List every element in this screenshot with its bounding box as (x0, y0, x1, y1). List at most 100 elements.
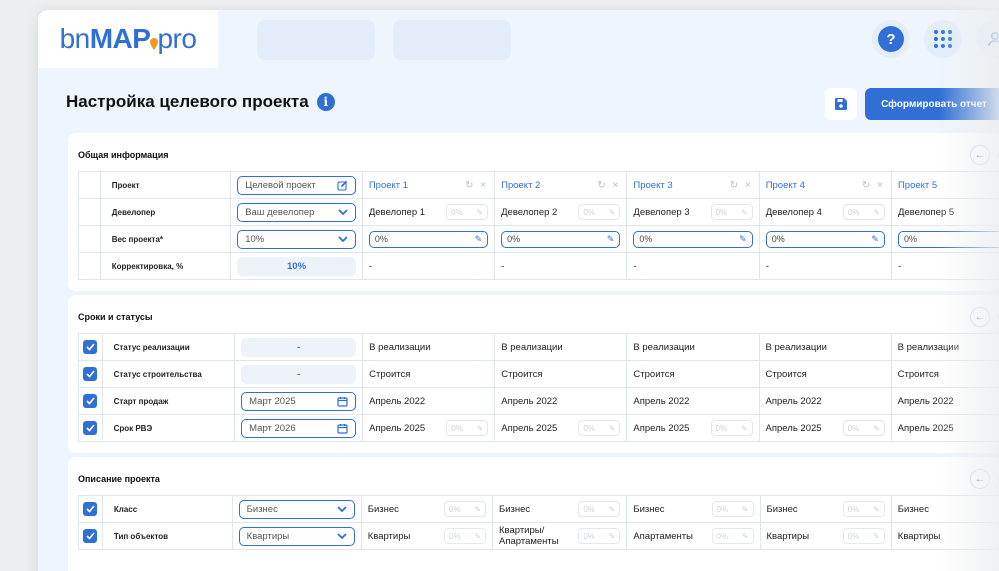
floppy-icon (835, 98, 847, 110)
edit-icon: ✎ (474, 504, 481, 514)
project-name[interactable]: Проект 4 (766, 180, 805, 191)
sales-start-date-input[interactable]: Март 2025 (241, 391, 357, 411)
edit-icon: ✎ (608, 504, 616, 514)
weight-mini-input[interactable]: 0% ✎ (446, 204, 489, 220)
correction-value: 10% (237, 256, 356, 276)
status-value: - (241, 364, 357, 384)
top-bar: bn MAP pro ? (38, 10, 999, 68)
project-name[interactable]: Проект 1 (369, 180, 408, 191)
check-icon (86, 343, 95, 351)
nav-placeholder-2[interactable] (393, 20, 511, 60)
check-icon (86, 532, 95, 540)
calendar-icon (337, 396, 348, 407)
edit-icon: ✎ (476, 207, 484, 217)
table-row: Девелопер Ваш девелопер Девелопер 1 0% ✎ Д… (78, 198, 999, 226)
developer-select[interactable]: Ваш девелопер (237, 202, 356, 222)
edit-icon: ✎ (873, 531, 880, 541)
checkbox-checked[interactable] (83, 394, 98, 408)
checkbox-checked[interactable] (83, 421, 98, 435)
table-row: Класс Бизнес Бизнес 0% ✎ Бизнес 0% ✎ Бизнес 0… (78, 495, 999, 523)
weight-mini-input[interactable]: 0% ✎ (710, 420, 753, 436)
object-type-select[interactable]: Квартиры (238, 526, 355, 546)
edit-icon: ✎ (606, 233, 615, 244)
project-name[interactable]: Проект 3 (633, 180, 672, 191)
edit-icon: ✎ (608, 423, 616, 433)
weight-mini-input[interactable]: 0% ✎ (842, 501, 885, 517)
table-row: Старт продаж Март 2025 Апрель 2022 Апрел… (78, 387, 999, 415)
row-label: Срок РВЭ (101, 414, 236, 442)
project-description-table: Класс Бизнес Бизнес 0% ✎ Бизнес 0% ✎ Бизнес 0… (78, 495, 999, 550)
weight-mini-input[interactable]: 0% ✎ (578, 204, 621, 220)
table-row: Проект Целевой проект Проект 1 ↻ × Проект… (78, 171, 999, 199)
weight-mini-input[interactable]: 0% ✎ (444, 501, 486, 517)
row-label: Статус строительства (101, 360, 236, 388)
weight-mini-input[interactable]: 0% ✎ (444, 528, 486, 544)
weight-mini-input[interactable]: 0% ✎ (711, 501, 754, 517)
weight-mini-input[interactable]: 0% ✎ (578, 528, 621, 544)
edit-icon: ✎ (739, 233, 747, 244)
project-weight-input[interactable]: 0% ✎ (765, 230, 885, 248)
row-label: Проект (99, 171, 232, 199)
edit-icon: ✎ (741, 504, 749, 514)
project-weight-input[interactable]: 0% ✎ (633, 230, 753, 248)
row-label: Тип объектов (101, 522, 233, 550)
checkbox-checked[interactable] (83, 367, 98, 381)
edit-icon: ✎ (476, 423, 484, 433)
save-button[interactable] (825, 88, 857, 120)
weight-mini-input[interactable]: 0% ✎ (842, 420, 885, 436)
table-row: Срок РВЭ Март 2026 Апрель 2025 0% ✎ Апрель… (78, 414, 999, 442)
weight-mini-input[interactable]: 0% ✎ (578, 501, 621, 517)
edit-icon: ✎ (608, 207, 616, 217)
refresh-close-icon[interactable]: ↻ × (465, 180, 488, 191)
checkbox-checked[interactable] (83, 502, 98, 516)
general-info-card: Общая информация ← → Проект Целевой прое… (68, 133, 999, 291)
class-select[interactable]: Бизнес (238, 499, 355, 519)
weight-mini-input[interactable]: 0% ✎ (578, 420, 621, 436)
edit-icon: ✎ (740, 423, 748, 433)
weight-mini-input[interactable]: 0% ✎ (710, 204, 753, 220)
info-icon[interactable]: i (316, 93, 335, 111)
project-weight-input[interactable]: 0% ✎ (501, 230, 621, 248)
project-name[interactable]: Проект 2 (501, 180, 540, 191)
page-header: Настройка целевого проекта i (66, 92, 335, 112)
row-label: Старт продаж (101, 387, 236, 415)
weight-mini-input[interactable]: 0% ✎ (711, 528, 754, 544)
edit-icon: ✎ (873, 207, 880, 217)
table-row: Статус строительства - Строится Строится… (78, 360, 999, 388)
app-window: bn MAP pro ? Настройка целевого проекта i … (38, 10, 999, 571)
target-project-input[interactable]: Целевой проект (237, 175, 356, 195)
edit-icon: ✎ (474, 233, 483, 244)
table-row: Корректировка, % 10% - - - - - (78, 252, 999, 280)
refresh-close-icon[interactable]: ↻ × (730, 180, 753, 191)
chevron-down-icon (338, 236, 348, 242)
page-title: Настройка целевого проекта (66, 92, 309, 111)
refresh-close-icon[interactable]: ↻ × (862, 180, 885, 191)
logo[interactable]: bn MAP pro (38, 10, 218, 68)
edit-icon: ✎ (873, 504, 880, 514)
checkbox-checked[interactable] (83, 340, 98, 354)
edit-icon: ✎ (872, 423, 880, 433)
weight-mini-input[interactable]: 0% ✎ (842, 528, 885, 544)
help-button[interactable]: ? (872, 20, 910, 58)
checkbox-checked[interactable] (83, 529, 98, 543)
timing-status-card: Сроки и статусы ← → Статус реализации - … (68, 295, 999, 453)
project-name[interactable]: Проект 5 (898, 180, 937, 191)
weight-mini-input[interactable]: 0% ✎ (842, 204, 885, 220)
chevron-down-icon (337, 506, 347, 512)
check-icon (86, 397, 95, 405)
refresh-close-icon[interactable]: ↻ × (597, 180, 620, 191)
row-label: Корректировка, % (99, 252, 232, 280)
section-title: Описание проекта (78, 474, 160, 484)
row-label: Статус реализации (101, 333, 236, 361)
table-row: Вес проекта* 10% 0% ✎ 0% ✎ 0% ✎ 0% ✎ 0% (78, 225, 999, 253)
weight-select[interactable]: 10% (237, 229, 356, 249)
commissioning-date-input[interactable]: Март 2026 (241, 418, 357, 438)
check-icon (86, 370, 95, 378)
timing-status-table: Статус реализации - В реализации В реали… (78, 333, 999, 442)
nav-placeholder-1[interactable] (257, 20, 375, 60)
weight-mini-input[interactable]: 0% ✎ (446, 420, 489, 436)
project-weight-input[interactable]: 0% ✎ (368, 230, 489, 248)
edit-icon: ✎ (740, 207, 748, 217)
section-title: Общая информация (78, 150, 169, 160)
calendar-icon (337, 423, 348, 434)
